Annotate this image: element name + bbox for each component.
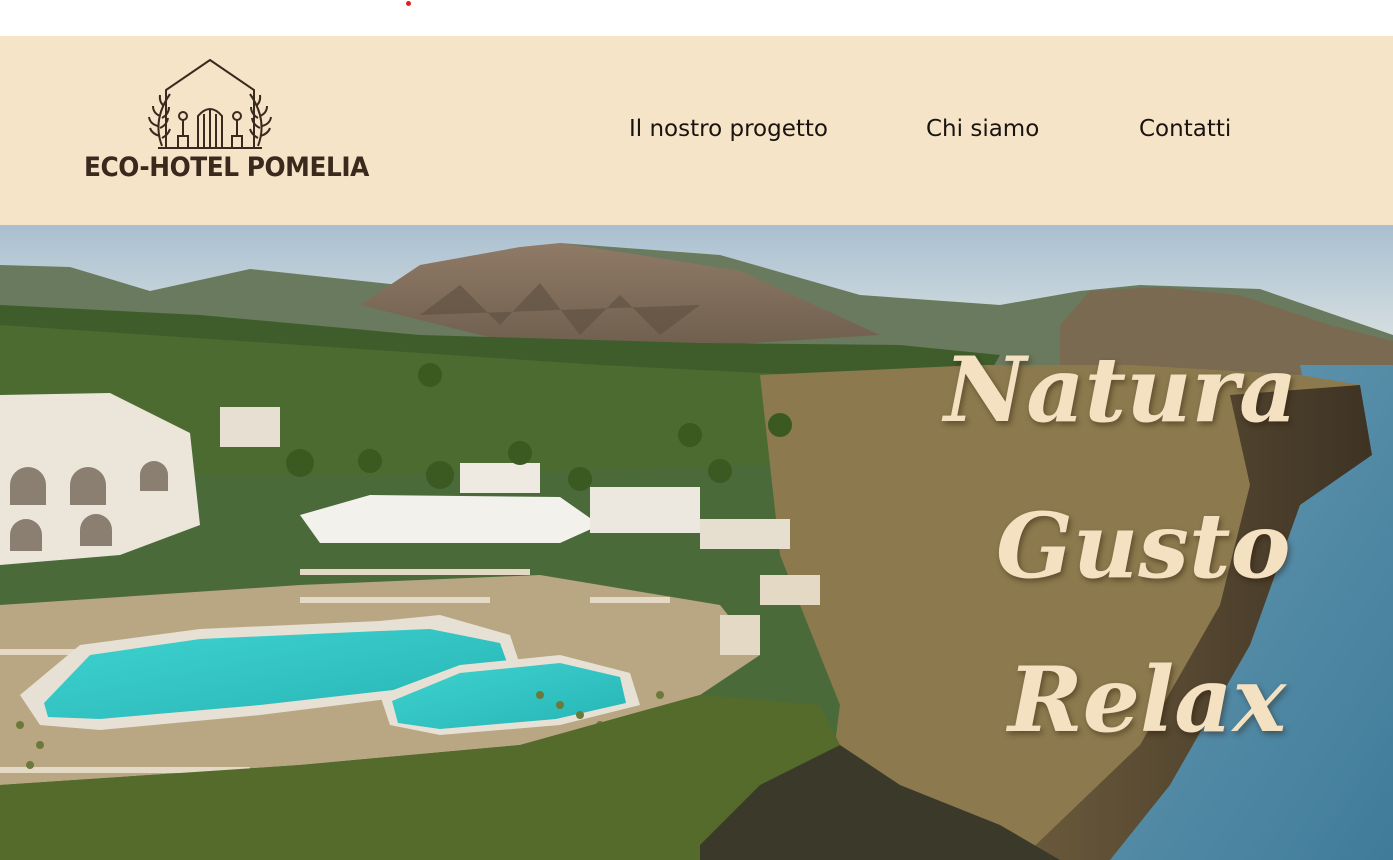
house-logo-icon — [148, 58, 272, 149]
site-header: ECO-HOTEL POMELIA Il nostro progetto Chi… — [0, 36, 1393, 225]
red-dot-indicator — [406, 1, 411, 6]
nav-link-il-nostro-progetto[interactable]: Il nostro progetto — [629, 116, 828, 142]
nav-link-contatti[interactable]: Contatti — [1139, 116, 1231, 142]
nav-link-chi-siamo[interactable]: Chi siamo — [926, 116, 1039, 142]
top-strip — [0, 0, 1393, 36]
hero-tagline-natura: Natura — [944, 337, 1298, 443]
site-logo[interactable]: ECO-HOTEL POMELIA — [84, 58, 369, 194]
brand-name: ECO-HOTEL POMELIA — [84, 152, 369, 183]
hero-banner: Natura Gusto Relax — [0, 225, 1393, 860]
hero-tagline-gusto: Gusto — [996, 493, 1291, 599]
hero-tagline-relax: Relax — [1008, 647, 1287, 753]
